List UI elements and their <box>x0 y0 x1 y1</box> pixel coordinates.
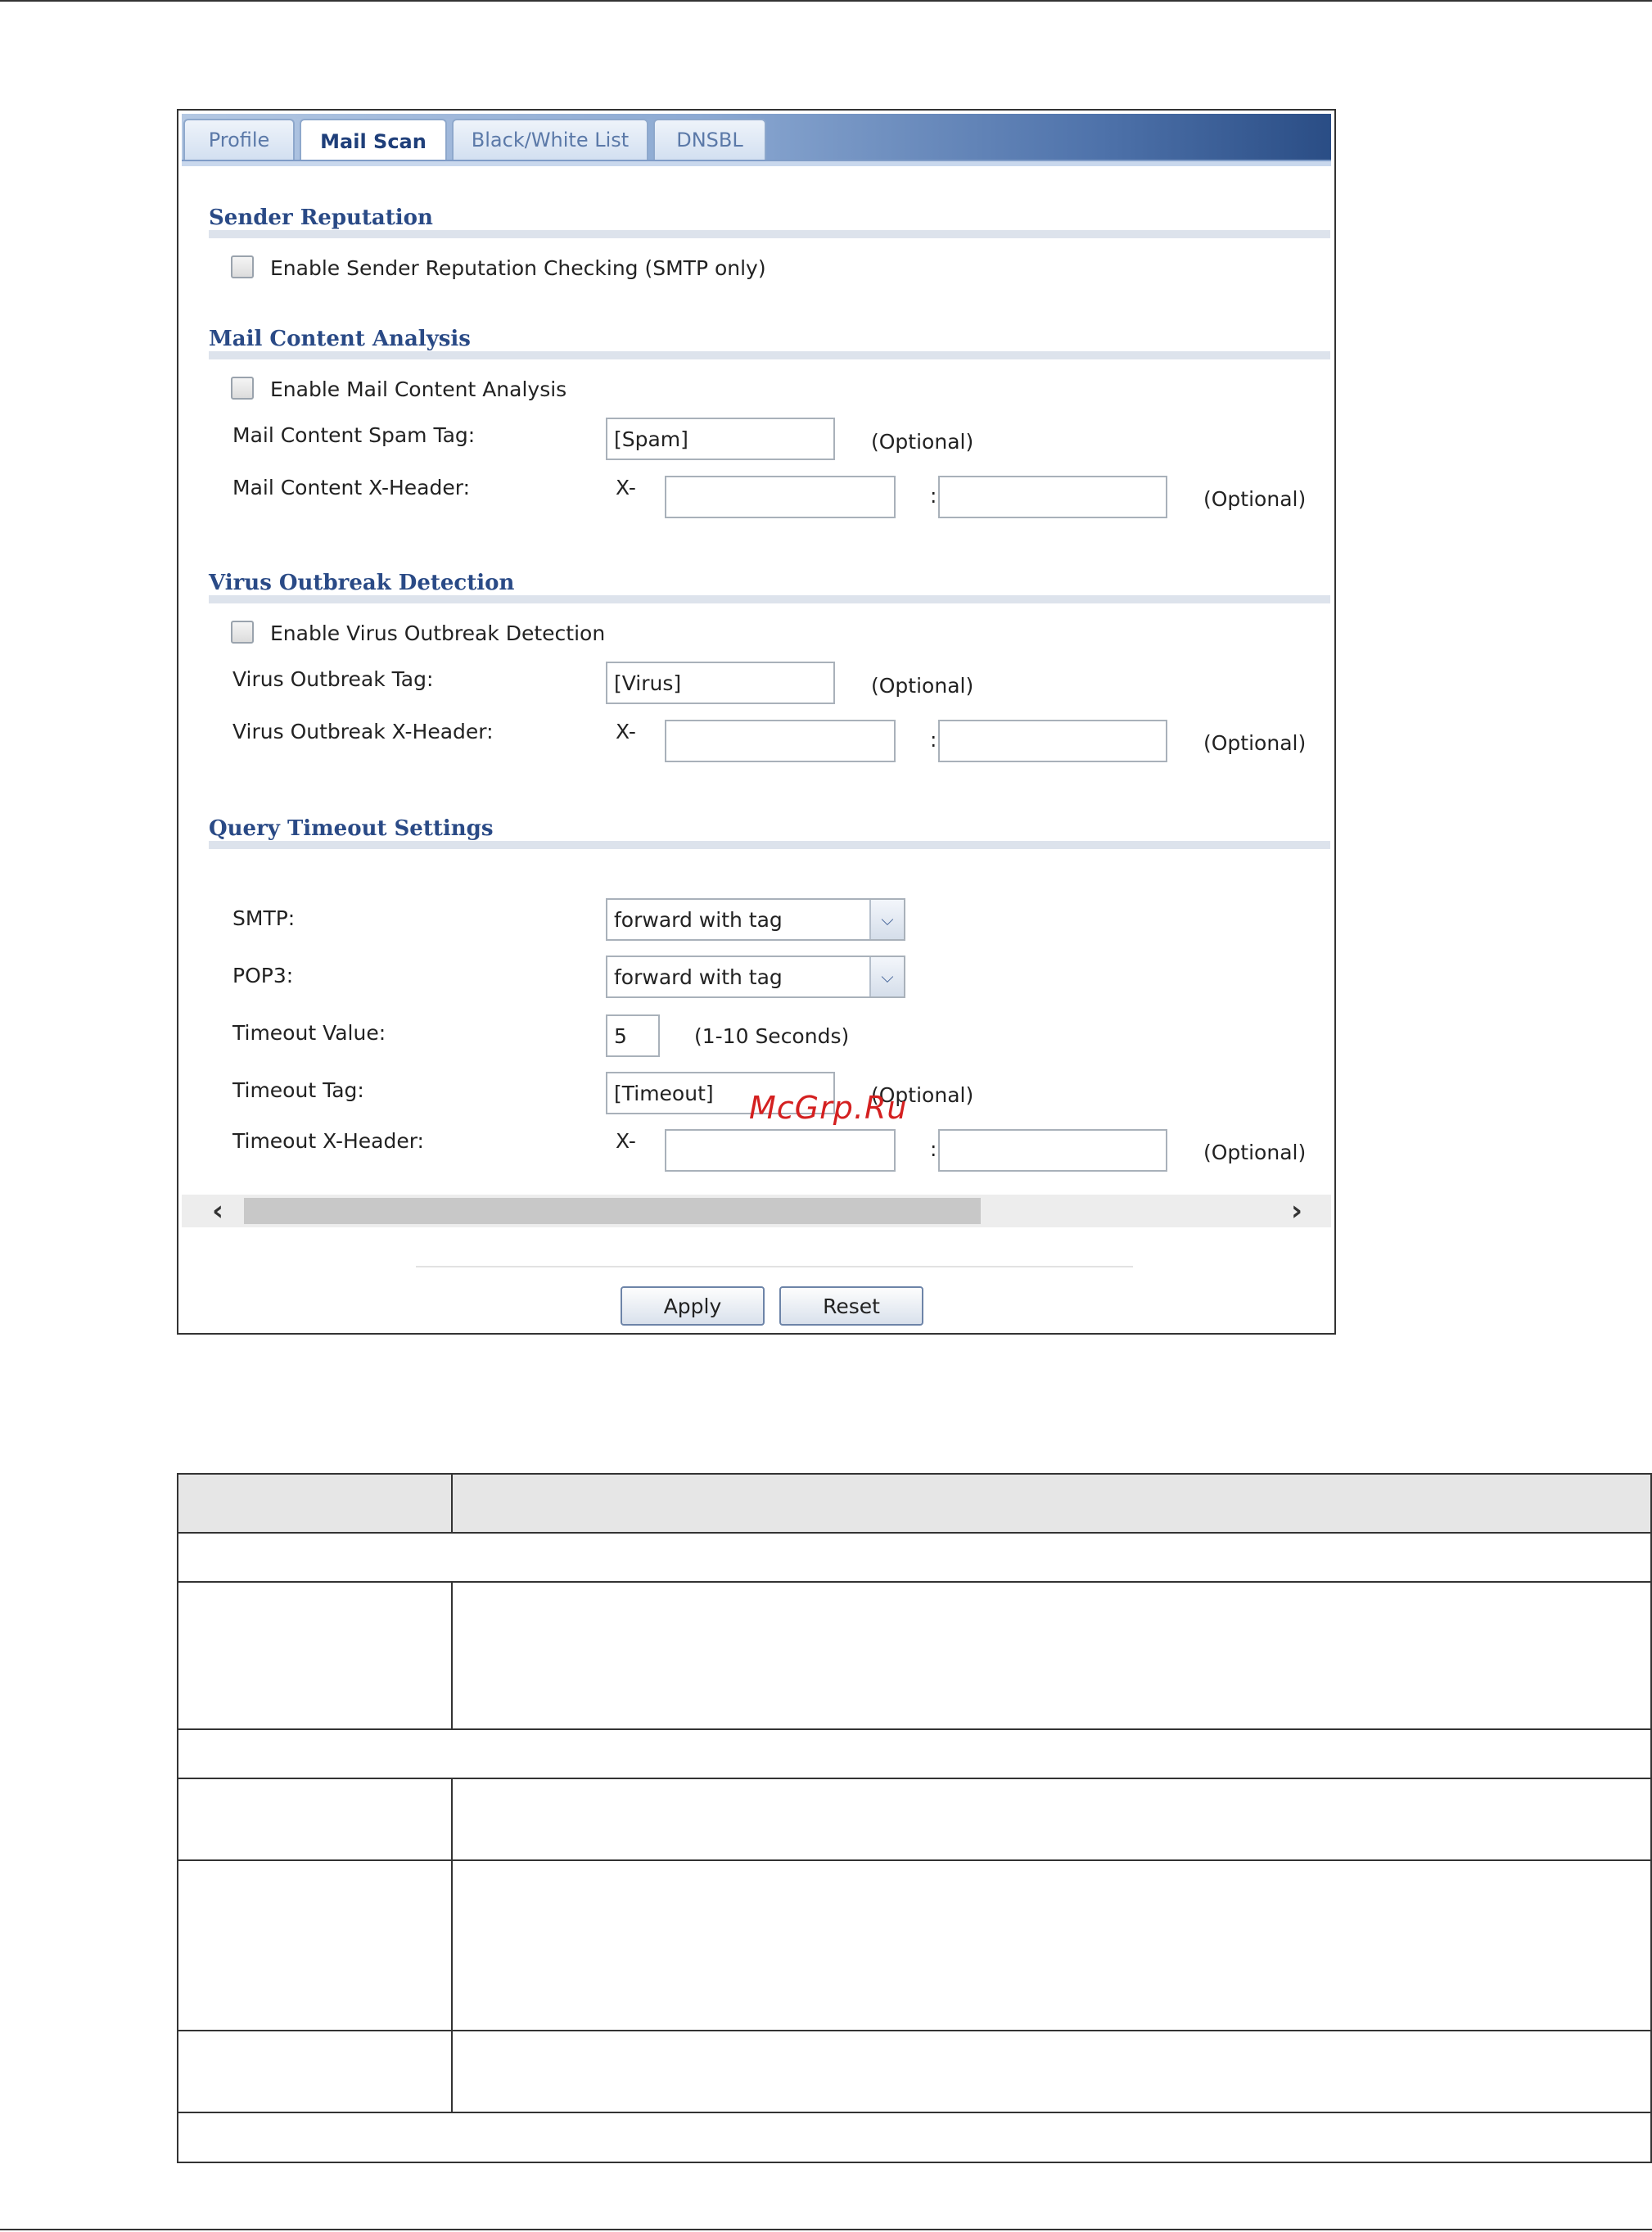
section-title-query-timeout: Query Timeout Settings <box>209 816 494 841</box>
table-row <box>177 1581 453 1730</box>
section-title-mail-content: Mail Content Analysis <box>209 327 471 351</box>
pop3-select-value: forward with tag <box>614 965 783 989</box>
virus-xheader-value-input[interactable] <box>938 720 1167 762</box>
pop3-select[interactable]: forward with tag ⌵ <box>606 956 905 998</box>
timeout-xheader-optional: (Optional) <box>1203 1141 1307 1164</box>
timeout-value-input[interactable]: 5 <box>606 1014 660 1057</box>
enable-virus-outbreak-label: Enable Virus Outbreak Detection <box>270 621 606 645</box>
virus-xheader-optional: (Optional) <box>1203 731 1307 755</box>
table-row <box>451 1581 1652 1730</box>
chevron-left-icon[interactable]: ‹ <box>201 1195 234 1227</box>
section-title-sender-reputation: Sender Reputation <box>209 206 433 230</box>
spam-tag-label: Mail Content Spam Tag: <box>232 423 476 447</box>
section-title-virus-outbreak: Virus Outbreak Detection <box>209 571 515 595</box>
virus-tag-optional: (Optional) <box>871 674 974 698</box>
enable-virus-outbreak-checkbox[interactable] <box>231 621 254 644</box>
tab-mail-scan[interactable]: Mail Scan <box>300 119 447 163</box>
page-top-rule <box>0 0 1652 2</box>
table-row <box>177 1778 453 1861</box>
tab-dnsbl[interactable]: DNSBL <box>653 119 766 160</box>
mail-xheader-prefix: X- <box>616 476 636 499</box>
tab-profile[interactable]: Profile <box>183 119 295 160</box>
spam-tag-input[interactable]: [Spam] <box>606 418 835 460</box>
button-divider <box>416 1266 1133 1267</box>
timeout-value-label: Timeout Value: <box>232 1021 386 1045</box>
mail-xheader-value-input[interactable] <box>938 476 1167 518</box>
table-header-description <box>451 1473 1652 1534</box>
pop3-label: POP3: <box>232 964 294 987</box>
section-divider <box>209 841 1330 849</box>
mail-xheader-optional: (Optional) <box>1203 487 1307 511</box>
timeout-xheader-label: Timeout X-Header: <box>232 1129 424 1153</box>
table-row <box>177 2030 453 2113</box>
apply-button[interactable]: Apply <box>621 1286 765 1326</box>
enable-sender-reputation-label: Enable Sender Reputation Checking (SMTP … <box>270 256 766 280</box>
tab-black-white-list[interactable]: Black/White List <box>452 119 648 160</box>
timeout-xheader-prefix: X- <box>616 1129 636 1153</box>
mail-xheader-label: Mail Content X-Header: <box>232 476 471 499</box>
virus-xheader-colon: : <box>930 728 937 752</box>
table-row <box>451 1778 1652 1861</box>
scrollbar-thumb[interactable] <box>244 1198 981 1224</box>
smtp-label: SMTP: <box>232 906 296 930</box>
smtp-select-value: forward with tag <box>614 907 783 932</box>
tab-bar: Profile Mail Scan Black/White List DNSBL <box>182 114 1331 163</box>
timeout-range-hint: (1-10 Seconds) <box>694 1024 850 1048</box>
table-row <box>177 1859 453 2031</box>
mail-xheader-name-input[interactable] <box>665 476 896 518</box>
virus-tag-label: Virus Outbreak Tag: <box>232 667 434 691</box>
table-row <box>451 1859 1652 2031</box>
virus-tag-input[interactable]: [Virus] <box>606 662 835 704</box>
enable-mail-content-label: Enable Mail Content Analysis <box>270 377 567 401</box>
section-divider <box>209 230 1330 238</box>
virus-xheader-label: Virus Outbreak X-Header: <box>232 720 494 743</box>
mail-scan-window: Profile Mail Scan Black/White List DNSBL… <box>177 109 1336 1335</box>
timeout-tag-label: Timeout Tag: <box>232 1078 364 1102</box>
reset-button[interactable]: Reset <box>779 1286 923 1326</box>
enable-sender-reputation-checkbox[interactable] <box>231 255 254 278</box>
tab-underline <box>182 160 1331 166</box>
chevron-down-icon[interactable]: ⌵ <box>869 957 904 996</box>
table-row <box>177 1728 1652 1779</box>
field-description-table <box>177 1473 1652 2163</box>
virus-xheader-prefix: X- <box>616 720 636 743</box>
timeout-xheader-value-input[interactable] <box>938 1129 1167 1172</box>
timeout-xheader-name-input[interactable] <box>665 1129 896 1172</box>
table-row <box>177 1532 1652 1583</box>
watermark: McGrp.Ru <box>749 1090 908 1126</box>
virus-xheader-name-input[interactable] <box>665 720 896 762</box>
table-row <box>177 2112 1652 2163</box>
timeout-xheader-colon: : <box>930 1137 937 1161</box>
chevron-right-icon[interactable]: › <box>1280 1195 1313 1227</box>
chevron-down-icon[interactable]: ⌵ <box>869 900 904 939</box>
section-divider <box>209 351 1330 359</box>
smtp-select[interactable]: forward with tag ⌵ <box>606 898 905 941</box>
page-bottom-rule <box>0 2229 1652 2230</box>
mail-xheader-colon: : <box>930 484 937 508</box>
table-header-label <box>177 1473 453 1534</box>
enable-mail-content-checkbox[interactable] <box>231 377 254 400</box>
spam-tag-optional: (Optional) <box>871 430 974 454</box>
section-divider <box>209 595 1330 603</box>
horizontal-scrollbar[interactable]: ‹ › <box>182 1195 1331 1227</box>
table-row <box>451 2030 1652 2113</box>
